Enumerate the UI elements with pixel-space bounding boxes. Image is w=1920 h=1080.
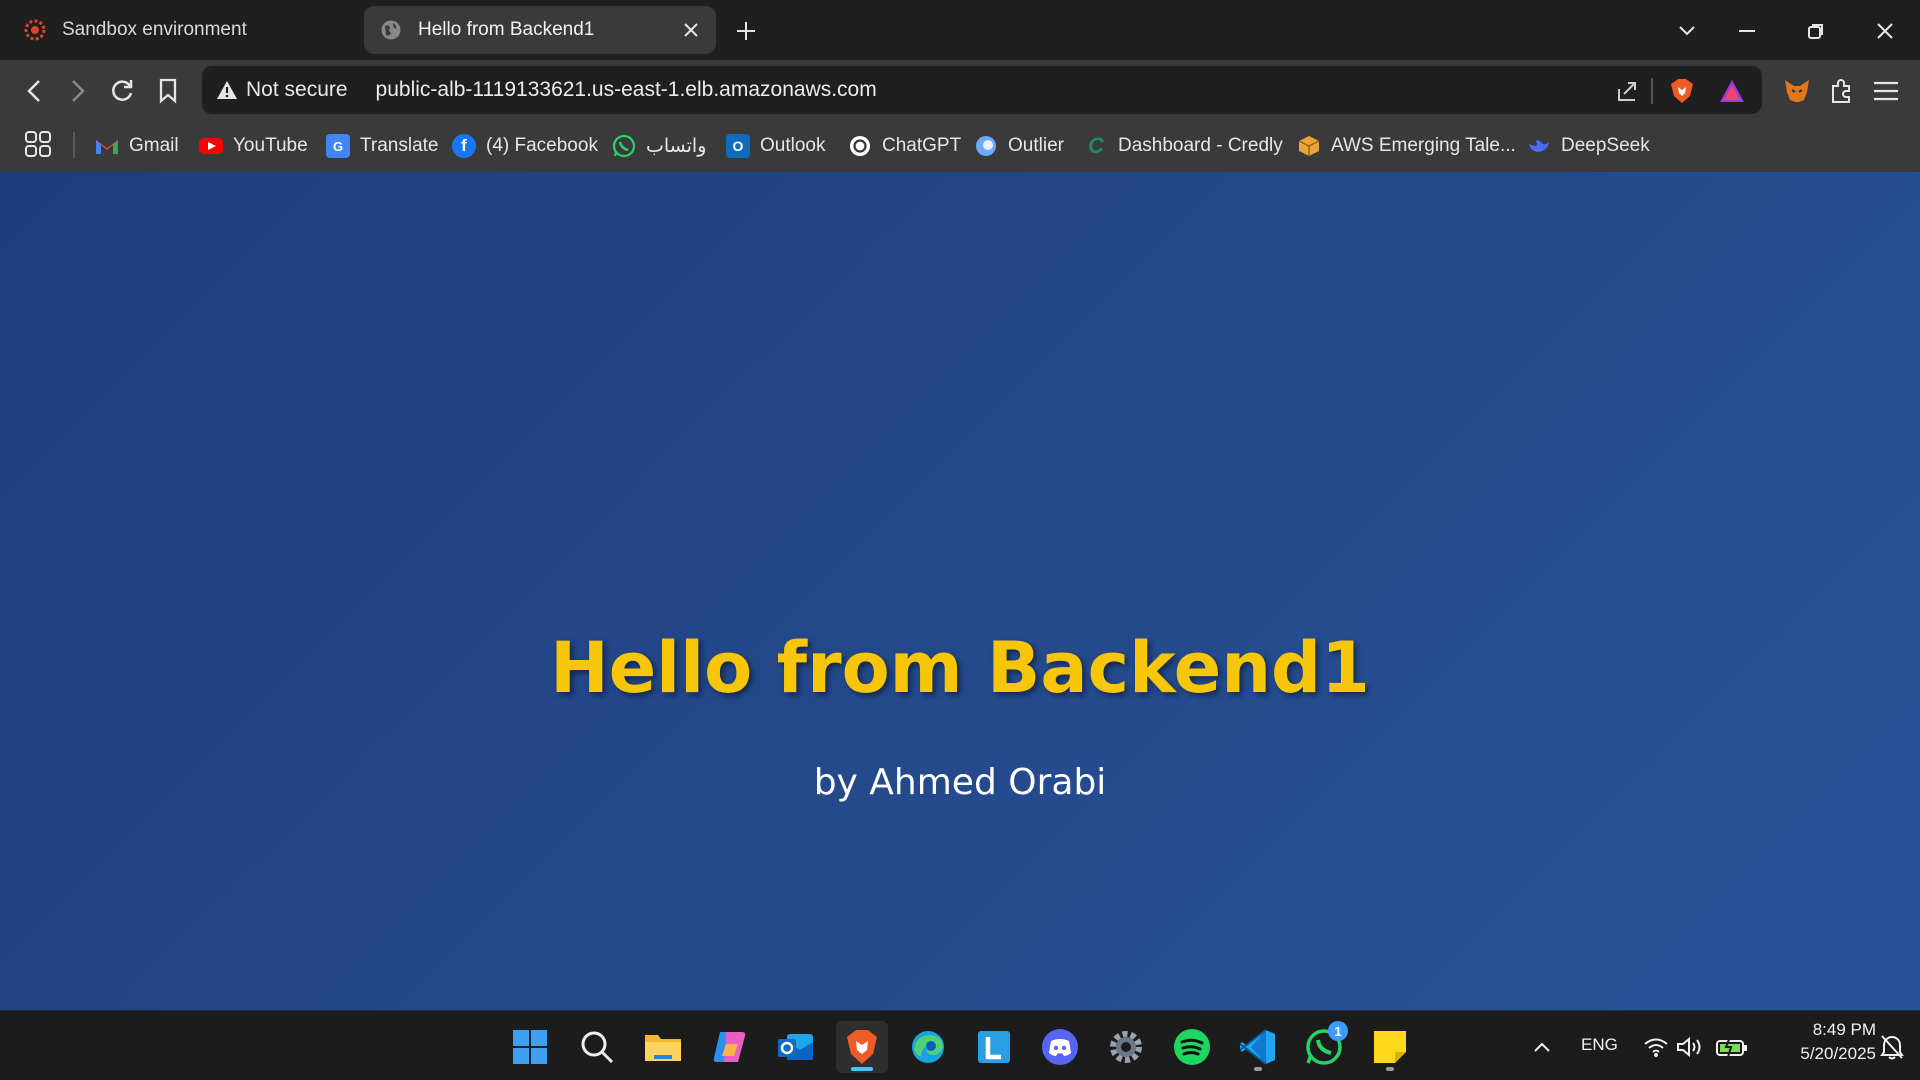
language-indicator[interactable]: ENG	[1581, 1035, 1618, 1055]
forward-icon[interactable]	[60, 73, 96, 109]
restore-icon[interactable]	[1799, 14, 1833, 48]
battery-charging-icon[interactable]	[1706, 1021, 1758, 1073]
bookmark-translate[interactable]: G Translate	[326, 132, 439, 160]
aws-box-icon	[1297, 134, 1321, 158]
search-icon[interactable]	[571, 1021, 623, 1073]
whatsapp-app-icon[interactable]: 1	[1298, 1021, 1350, 1073]
chatgpt-icon	[848, 134, 872, 158]
deepseek-icon	[1527, 134, 1551, 158]
bookmark-label: Translate	[360, 135, 439, 156]
address-bar[interactable]: Not secure public-alb-1119133621.us-east…	[202, 66, 1762, 114]
bookmark-label: AWS Emerging Tale...	[1331, 135, 1516, 156]
bookmark-label: DeepSeek	[1561, 135, 1650, 156]
edge-icon[interactable]	[902, 1021, 954, 1073]
notification-badge: 1	[1328, 1021, 1348, 1041]
whatsapp-icon	[612, 134, 636, 158]
page-byline: by Ahmed Orabi	[813, 762, 1107, 803]
running-indicator	[851, 1067, 873, 1071]
page-content: Hello from Backend1 by Ahmed Orabi	[0, 172, 1920, 1010]
show-hidden-icons-chevron-icon[interactable]	[1517, 1021, 1567, 1073]
tab-strip: Sandbox environment Hello from Backend1	[0, 0, 1920, 60]
tab-search-chevron-icon[interactable]	[1670, 14, 1704, 48]
divider	[73, 132, 75, 158]
youtube-icon	[199, 134, 223, 158]
warning-triangle-icon	[217, 81, 237, 99]
extensions-puzzle-icon[interactable]	[1824, 73, 1860, 109]
bookmark-chatgpt[interactable]: ChatGPT	[848, 132, 961, 160]
gmail-icon	[95, 134, 119, 158]
divider	[1651, 78, 1653, 104]
bookmark-deepseek[interactable]: DeepSeek	[1527, 132, 1650, 160]
close-tab-icon[interactable]	[680, 19, 702, 41]
running-indicator	[1386, 1067, 1394, 1071]
reload-icon[interactable]	[104, 73, 140, 109]
minimize-icon[interactable]	[1730, 14, 1764, 48]
not-secure-chip[interactable]: Not secure	[216, 78, 348, 102]
discord-icon[interactable]	[1034, 1021, 1086, 1073]
tab-title: Sandbox environment	[62, 19, 247, 40]
back-icon[interactable]	[16, 73, 52, 109]
bookmark-outlier[interactable]: Outlier	[974, 132, 1064, 160]
globe-icon	[378, 17, 404, 43]
bookmark-outlook[interactable]: O Outlook	[726, 132, 825, 160]
metamask-fox-icon[interactable]	[1779, 73, 1815, 109]
clock-date: 5/20/2025	[1800, 1044, 1876, 1063]
cog-red-icon	[22, 17, 48, 43]
taskbar: 1 ENG 8:49 PM 5/20/2025	[0, 1010, 1920, 1080]
tab-hello-from-backend1[interactable]: Hello from Backend1	[364, 6, 716, 54]
running-indicator	[1254, 1067, 1262, 1071]
translate-icon: G	[326, 134, 350, 158]
settings-icon[interactable]	[1100, 1021, 1152, 1073]
brave-icon[interactable]	[836, 1021, 888, 1073]
credly-icon: C	[1088, 133, 1104, 158]
windows-start-icon[interactable]	[504, 1021, 556, 1073]
bookmark-label: ChatGPT	[882, 135, 962, 156]
bookmark-label: Gmail	[129, 135, 179, 156]
bookmark-label: Dashboard - Credly	[1118, 135, 1283, 156]
bookmark-aws-emerging-talent[interactable]: AWS Emerging Tale...	[1297, 132, 1516, 160]
bookmark-whatsapp[interactable]: واتساب	[612, 132, 706, 160]
bookmark-youtube[interactable]: YouTube	[199, 132, 308, 160]
bookmark-label: YouTube	[233, 135, 308, 156]
sticky-notes-icon[interactable]	[1364, 1021, 1416, 1073]
outlier-icon	[974, 134, 998, 158]
file-explorer-icon[interactable]	[637, 1021, 689, 1073]
vscode-icon[interactable]	[1232, 1021, 1284, 1073]
bookmark-label: Outlier	[1008, 135, 1064, 156]
share-icon[interactable]	[1612, 76, 1642, 106]
bookmarks-bar: Gmail YouTube G Translate f (4) Facebook…	[0, 120, 1920, 172]
browser-toolbar: Not secure public-alb-1119133621.us-east…	[0, 60, 1920, 120]
tab-title: Hello from Backend1	[418, 19, 595, 40]
bookmark-credly[interactable]: C Dashboard - Credly	[1084, 132, 1283, 160]
bookmark-facebook[interactable]: f (4) Facebook	[452, 132, 598, 160]
facebook-icon: f	[452, 134, 476, 158]
tab-sandbox-environment[interactable]: Sandbox environment	[8, 6, 348, 54]
spotify-icon[interactable]	[1166, 1021, 1218, 1073]
apps-grid-icon[interactable]	[24, 130, 54, 160]
clock-time: 8:49 PM	[1812, 1020, 1876, 1039]
close-window-icon[interactable]	[1868, 14, 1902, 48]
url-text[interactable]: public-alb-1119133621.us-east-1.elb.amaz…	[376, 78, 877, 102]
outlook-app-icon[interactable]	[770, 1021, 822, 1073]
brave-shields-icon[interactable]	[1667, 76, 1697, 106]
security-label: Not secure	[246, 78, 348, 101]
page-heading: Hello from Backend1	[550, 627, 1370, 709]
launcher-l-icon[interactable]	[968, 1021, 1020, 1073]
bookmark-label: Outlook	[760, 135, 826, 156]
brave-rewards-icon[interactable]	[1717, 76, 1747, 106]
notifications-bell-icon[interactable]	[1872, 1021, 1912, 1073]
new-tab-icon[interactable]	[732, 17, 760, 45]
copilot-icon[interactable]	[704, 1021, 756, 1073]
bookmark-gmail[interactable]: Gmail	[95, 132, 179, 160]
bookmark-icon[interactable]	[150, 73, 186, 109]
outlook-icon: O	[726, 134, 750, 158]
clock[interactable]: 8:49 PM 5/20/2025	[1766, 1018, 1876, 1066]
bookmark-label: (4) Facebook	[486, 135, 598, 156]
bookmark-label: واتساب	[646, 135, 707, 157]
menu-hamburger-icon[interactable]	[1868, 73, 1904, 109]
